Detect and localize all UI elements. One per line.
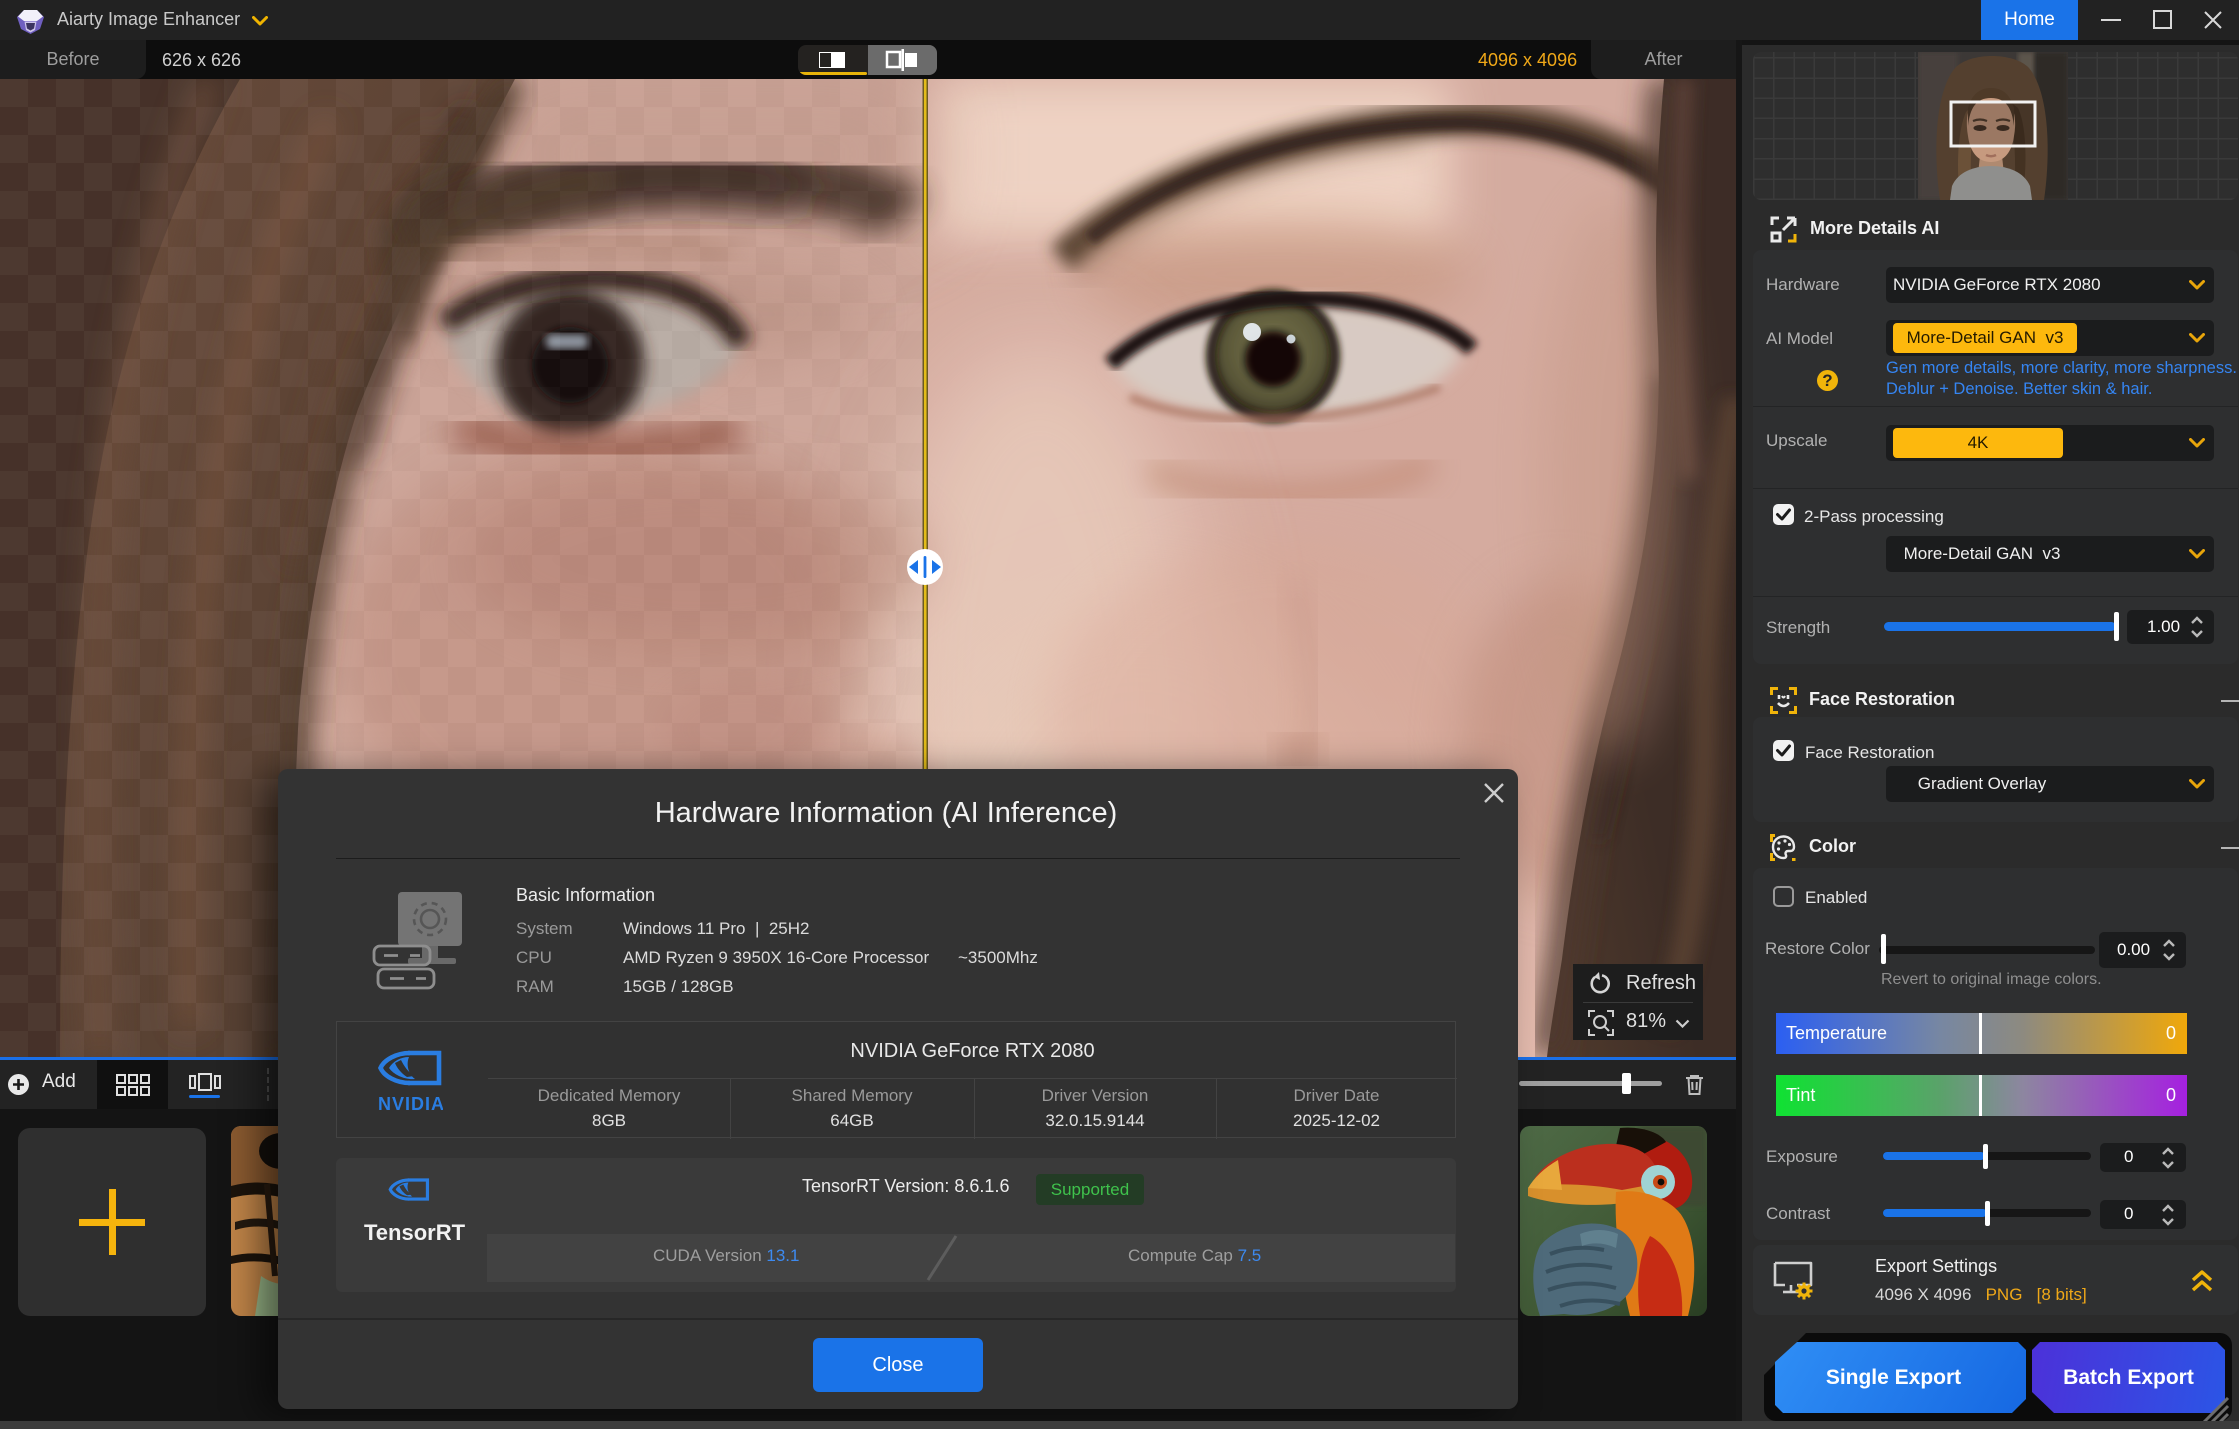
svg-text:NVIDIA: NVIDIA — [378, 1094, 443, 1114]
